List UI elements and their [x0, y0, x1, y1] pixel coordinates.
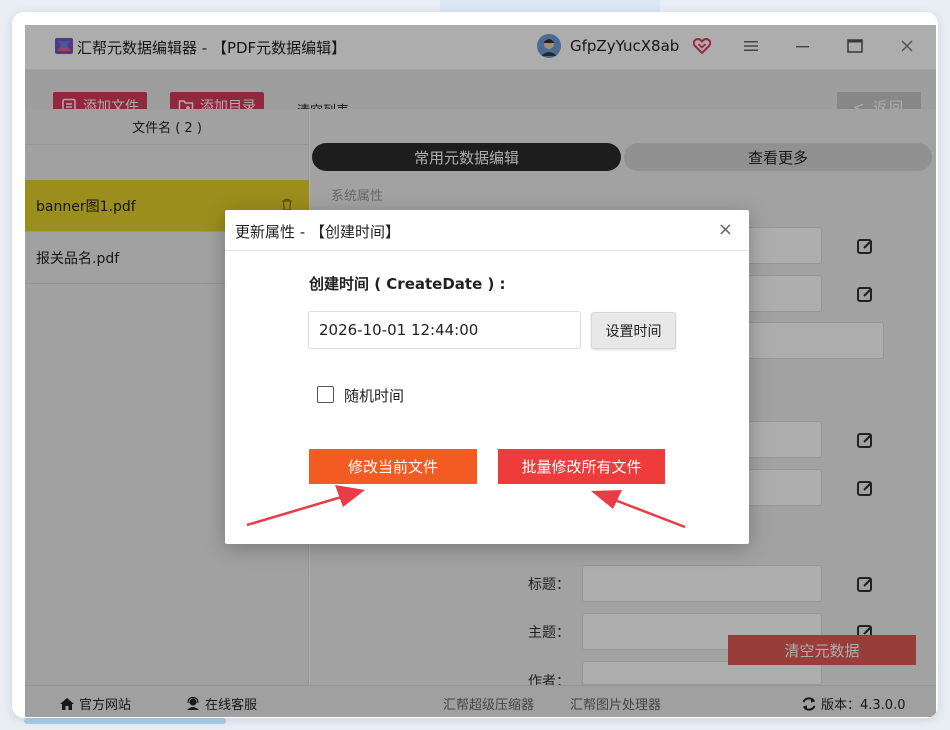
dialog-close-icon[interactable]: × [718, 219, 733, 240]
create-date-input[interactable]: 2026-10-01 12:44:00 [308, 311, 581, 349]
modify-current-button[interactable]: 修改当前文件 [309, 449, 477, 484]
background-bar [24, 718, 226, 724]
create-date-label: 创建时间 ( CreateDate ) : [309, 275, 506, 293]
dialog-divider [225, 250, 749, 251]
update-property-dialog: 更新属性 - 【创建时间】 × 创建时间 ( CreateDate ) : 20… [225, 210, 749, 544]
modify-all-button[interactable]: 批量修改所有文件 [498, 449, 665, 484]
app-window: 汇帮元数据编辑器 - 【PDF元数据编辑】 GfpZyYucX8ab 添加文件 … [12, 12, 938, 718]
random-time-checkbox[interactable] [317, 386, 334, 403]
dialog-title: 更新属性 - 【创建时间】 [235, 223, 400, 241]
set-time-button[interactable]: 设置时间 [591, 312, 676, 349]
random-time-label[interactable]: 随机时间 [344, 385, 404, 406]
app-frame: 汇帮元数据编辑器 - 【PDF元数据编辑】 GfpZyYucX8ab 添加文件 … [25, 25, 936, 717]
